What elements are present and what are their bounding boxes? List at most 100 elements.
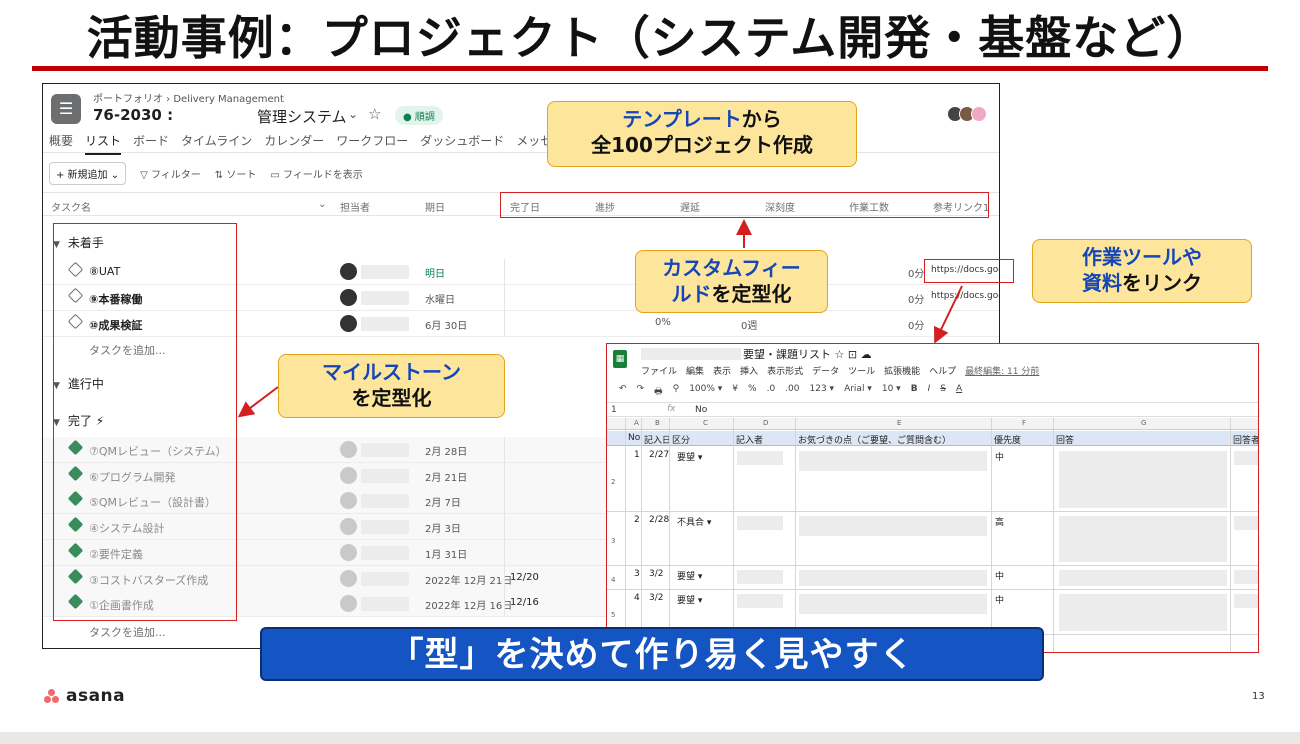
due-date[interactable]: 2月 3日 <box>425 520 461 535</box>
column-letter[interactable]: F <box>1022 419 1026 427</box>
due-date[interactable]: 水曜日 <box>425 291 455 306</box>
due-date[interactable]: 1月 31日 <box>425 546 467 561</box>
cell-priority[interactable]: 中 <box>995 593 1004 606</box>
header-comment[interactable]: お気づきの点（ご要望、ご質問含む） <box>798 433 951 446</box>
avatar[interactable] <box>340 569 357 587</box>
cell-date[interactable]: 2/27 <box>649 450 669 460</box>
avatar[interactable] <box>340 543 357 561</box>
menu-help[interactable]: ヘルプ <box>929 364 956 377</box>
avatar[interactable] <box>340 289 357 306</box>
sort-button[interactable]: ⇅ ソート <box>215 166 257 181</box>
menu-tools[interactable]: ツール <box>848 364 875 377</box>
cell-priority[interactable]: 中 <box>995 450 1004 463</box>
cell-no[interactable]: 3 <box>634 569 640 579</box>
header-priority[interactable]: 優先度 <box>994 433 1021 446</box>
delay-value[interactable]: 0週 <box>741 317 757 332</box>
cell-priority[interactable]: 中 <box>995 569 1004 582</box>
cell-priority[interactable]: 高 <box>995 515 1004 528</box>
menu-file[interactable]: ファイル <box>641 364 677 377</box>
font-size-select[interactable]: 10 ▾ <box>882 384 901 400</box>
header-answerer[interactable]: 回答者 <box>1233 433 1258 446</box>
avatar[interactable] <box>340 441 357 458</box>
cell-no[interactable]: 1 <box>634 450 640 460</box>
menu-insert[interactable]: 挿入 <box>740 364 758 377</box>
completed-date[interactable]: 12/16 <box>510 597 539 608</box>
add-new-button[interactable]: + 新規追加 ⌄ <box>49 162 127 185</box>
column-letter[interactable]: D <box>763 419 768 427</box>
cell-date[interactable]: 3/2 <box>649 569 663 579</box>
row-number[interactable]: 3 <box>611 537 615 545</box>
last-edit-link[interactable]: 最終編集: 11 分前 <box>965 364 1039 377</box>
avatar[interactable] <box>340 595 357 613</box>
star-icon[interactable]: ☆ <box>368 105 381 123</box>
due-date[interactable]: 2月 7日 <box>425 494 461 509</box>
cell-no[interactable]: 4 <box>634 593 640 603</box>
progress-value[interactable]: 0% <box>655 317 671 328</box>
zoom-select[interactable]: 100% ▾ <box>689 384 722 400</box>
menu-view[interactable]: 表示 <box>713 364 731 377</box>
member-avatars[interactable] <box>947 106 987 122</box>
add-task-link[interactable]: タスクを追加... <box>89 624 166 640</box>
column-letter[interactable]: B <box>655 419 660 427</box>
decrease-decimal-button[interactable]: .0 <box>767 384 776 400</box>
header-date[interactable]: 記入日 <box>644 433 671 446</box>
column-due-date[interactable]: 期日 <box>425 199 445 214</box>
status-badge[interactable]: ● 順調 <box>395 106 443 125</box>
doc-title[interactable]: 要望・課題リスト ☆ ⊡ ☁ <box>743 346 872 362</box>
avatar[interactable] <box>340 492 357 510</box>
header-author[interactable]: 記入者 <box>736 433 763 446</box>
undo-icon[interactable]: ↶ <box>619 384 627 400</box>
print-icon[interactable]: 🖶 <box>654 384 663 400</box>
sheet-row[interactable]: 4 3 3/2 要望 ▾ 中 <box>607 566 1258 590</box>
sheets-logo-icon[interactable]: ▦ <box>613 350 627 368</box>
strikethrough-button[interactable]: S <box>940 384 946 400</box>
menu-data[interactable]: データ <box>812 364 839 377</box>
menu-edit[interactable]: 編集 <box>686 364 704 377</box>
effort-value[interactable]: 0分 <box>908 317 924 332</box>
effort-value[interactable]: 0分 <box>908 291 924 306</box>
chevron-down-icon[interactable]: ⌄ <box>318 199 326 210</box>
show-fields-button[interactable]: ▭ フィールドを表示 <box>270 166 362 181</box>
due-date[interactable]: 6月 30日 <box>425 317 467 332</box>
column-letter[interactable]: G <box>1141 419 1146 427</box>
filter-button[interactable]: ▽ フィルター <box>140 166 201 181</box>
avatar[interactable] <box>340 466 357 484</box>
header-no[interactable]: No <box>628 433 640 443</box>
due-date[interactable]: 明日 <box>425 265 445 280</box>
project-list-icon[interactable]: ☰ <box>51 94 81 124</box>
breadcrumb[interactable]: ポートフォリオ › Delivery Management <box>93 90 284 105</box>
column-assignee[interactable]: 担当者 <box>340 199 370 214</box>
cell-category-dropdown[interactable]: 要望 ▾ <box>677 593 702 606</box>
cell-no[interactable]: 2 <box>634 515 640 525</box>
avatar[interactable] <box>340 315 357 332</box>
percent-button[interactable]: % <box>748 384 757 400</box>
number-format-select[interactable]: 123 ▾ <box>810 384 835 400</box>
header-answer[interactable]: 回答 <box>1056 433 1074 446</box>
row-number[interactable]: 4 <box>611 576 615 584</box>
avatar[interactable] <box>340 518 357 536</box>
project-name[interactable]: 管理システム <box>257 106 347 127</box>
due-date[interactable]: 2022年 12月 21日 <box>425 572 512 587</box>
redo-icon[interactable]: ↷ <box>637 384 645 400</box>
sheet-row[interactable]: 3 2 2/28 不具合 ▾ 高 <box>607 512 1258 566</box>
header-category[interactable]: 区分 <box>672 433 690 446</box>
cell-date[interactable]: 3/2 <box>649 593 663 603</box>
due-date[interactable]: 2022年 12月 16日 <box>425 597 512 612</box>
completed-date[interactable]: 12/20 <box>510 572 539 583</box>
menu-format[interactable]: 表示形式 <box>767 364 803 377</box>
bold-button[interactable]: B <box>911 384 918 400</box>
cell-reference[interactable]: 1 <box>611 405 617 415</box>
avatar[interactable] <box>340 263 357 280</box>
due-date[interactable]: 2月 28日 <box>425 443 467 458</box>
column-letter[interactable]: A <box>634 419 639 427</box>
increase-decimal-button[interactable]: .00 <box>785 384 799 400</box>
menu-extensions[interactable]: 拡張機能 <box>884 364 920 377</box>
cell-date[interactable]: 2/28 <box>649 515 669 525</box>
column-letter[interactable]: C <box>703 419 708 427</box>
text-color-button[interactable]: A <box>956 384 962 400</box>
formula-input[interactable]: No <box>695 405 707 415</box>
paint-format-icon[interactable]: ⚲ <box>673 384 680 400</box>
italic-button[interactable]: I <box>928 384 931 400</box>
column-task-name[interactable]: タスク名 <box>51 199 91 214</box>
reference-link[interactable]: https://docs.goog <box>931 291 999 301</box>
